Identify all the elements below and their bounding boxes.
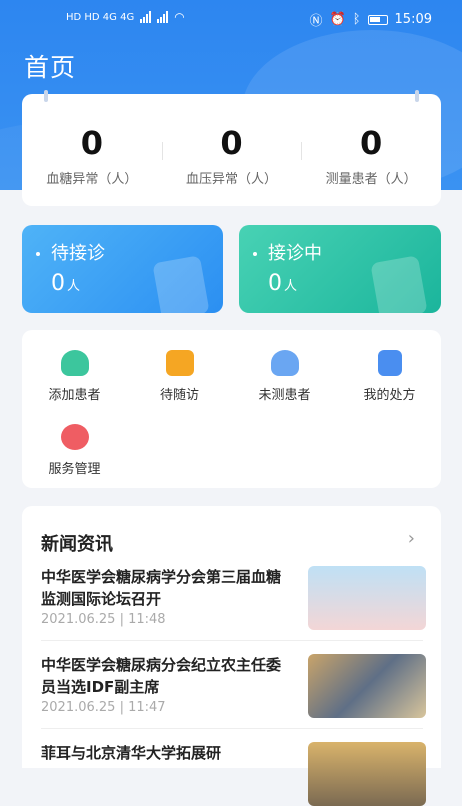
status-time: 15:09 <box>394 12 432 27</box>
news-date-time: 11:47 <box>128 700 166 715</box>
news-date-day: 2021.06.25 <box>41 700 116 715</box>
checkmark-box-icon <box>370 255 428 313</box>
page-title: 首页 <box>24 53 77 82</box>
news-thumbnail <box>308 566 426 630</box>
count-value: 0 <box>51 271 65 296</box>
news-section: 新闻资讯 › 中华医学会糖尿病学分会第三届血糖监测国际论坛召开 2021.06.… <box>22 506 441 806</box>
stats-card: 0 血糖异常（人） 0 血压异常（人） 0 测量患者（人） <box>22 90 441 206</box>
shortcut-label: 添加患者 <box>48 388 101 403</box>
stat-measured-patients[interactable]: 0 测量患者（人） <box>301 94 441 206</box>
pending-consult-count: 0人 <box>51 271 80 296</box>
stat-label: 血压异常（人） <box>186 172 278 187</box>
in-consult-label: 接诊中 <box>268 243 322 264</box>
battery-icon <box>367 14 388 25</box>
prescription-icon <box>377 350 402 376</box>
news-heading: 新闻资讯 <box>41 534 113 555</box>
shortcut-my-prescription[interactable]: 我的处方 <box>337 350 442 403</box>
stat-pressure-abnormal[interactable]: 0 血压异常（人） <box>161 94 302 206</box>
shortcut-service-management[interactable]: 服务管理 <box>22 424 127 477</box>
signal-icon <box>157 11 169 23</box>
service-heart-icon <box>60 424 89 450</box>
card-dot <box>253 252 257 256</box>
news-item[interactable]: 中华医学会糖尿病学分会第三届血糖监测国际论坛召开 2021.06.25 | 11… <box>41 566 426 630</box>
nfc-icon: Ⓝ <box>309 14 323 29</box>
count-value: 0 <box>268 271 282 296</box>
news-title: 菲耳与北京清华大学拓展研 <box>41 744 222 762</box>
bluetooth-icon: ᛒ <box>352 12 361 27</box>
in-consult-count: 0人 <box>268 271 297 296</box>
news-thumbnail <box>308 654 426 718</box>
shortcut-label: 我的处方 <box>363 388 416 403</box>
shortcut-label: 未测患者 <box>258 388 311 403</box>
add-patient-icon <box>60 350 89 376</box>
stat-label: 血糖异常（人） <box>46 172 138 187</box>
news-title: 中华医学会糖尿病分会纪立农主任委员当选IDF副主席 <box>41 656 282 696</box>
follow-up-icon <box>165 350 194 376</box>
alarm-icon: ⏰ <box>329 12 346 27</box>
shortcut-label: 服务管理 <box>48 462 101 477</box>
count-unit: 人 <box>67 279 81 294</box>
news-title: 中华医学会糖尿病学分会第三届血糖监测国际论坛召开 <box>41 568 282 608</box>
news-more-chevron-icon[interactable]: › <box>408 528 415 549</box>
in-consult-card[interactable]: 接诊中 0人 <box>239 225 441 313</box>
stat-value: 0 <box>80 124 103 162</box>
stat-value: 0 <box>220 124 243 162</box>
status-right: Ⓝ ⏰ ᛒ 15:09 <box>310 10 432 29</box>
news-date-day: 2021.06.25 <box>41 612 116 627</box>
unmeasured-patient-icon <box>270 350 299 376</box>
hourglass-icon <box>152 255 210 313</box>
stat-label: 测量患者（人） <box>325 172 417 187</box>
stat-glucose-abnormal[interactable]: 0 血糖异常（人） <box>22 94 162 206</box>
pending-consult-card[interactable]: 待接诊 0人 <box>22 225 223 313</box>
pending-consult-label: 待接诊 <box>51 243 105 264</box>
news-date-time: 11:48 <box>128 612 166 627</box>
shortcut-follow-up[interactable]: 待随访 <box>127 350 232 403</box>
shortcut-grid: 添加患者 待随访 未测患者 我的处方 服务管理 <box>22 330 441 488</box>
shortcut-unmeasured-patients[interactable]: 未测患者 <box>232 350 337 403</box>
status-left: HD HD 4G 4G ◠ <box>66 10 185 24</box>
signal-icon <box>140 11 152 23</box>
shortcut-label: 待随访 <box>159 388 199 403</box>
shortcut-add-patient[interactable]: 添加患者 <box>22 350 127 403</box>
card-dot <box>36 252 40 256</box>
count-unit: 人 <box>284 279 298 294</box>
news-item[interactable]: 菲耳与北京清华大学拓展研 <box>41 742 426 806</box>
wifi-icon: ◠ <box>174 10 185 24</box>
divider <box>41 640 423 641</box>
network-label: HD HD 4G 4G <box>66 11 135 23</box>
status-bar: HD HD 4G 4G ◠ Ⓝ ⏰ ᛒ 15:09 <box>0 0 462 38</box>
news-item[interactable]: 中华医学会糖尿病分会纪立农主任委员当选IDF副主席 2021.06.25 | 1… <box>41 654 426 718</box>
news-thumbnail <box>308 742 426 806</box>
stat-value: 0 <box>360 124 383 162</box>
divider <box>41 728 423 729</box>
